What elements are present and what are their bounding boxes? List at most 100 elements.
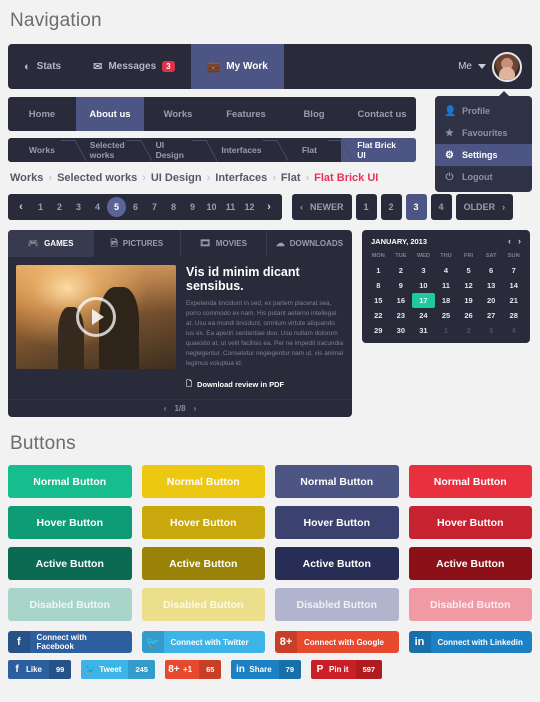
share-button-share[interactable]: in Share 79 bbox=[231, 660, 301, 680]
button-hover-button-1[interactable]: Hover Button bbox=[8, 506, 132, 540]
calendar-day[interactable]: 2 bbox=[457, 323, 480, 338]
button-active-button-3[interactable]: Active Button bbox=[275, 547, 399, 581]
breadcrumb-item[interactable]: Interfaces bbox=[215, 172, 267, 184]
nav-item-home[interactable]: Home bbox=[8, 97, 76, 131]
nav-item-features[interactable]: Features bbox=[212, 97, 280, 131]
share-button-pinit[interactable]: P Pin it 597 bbox=[311, 660, 383, 680]
calendar-day[interactable]: 8 bbox=[367, 278, 390, 293]
calendar-day[interactable]: 10 bbox=[412, 278, 435, 293]
pagination-page-4[interactable]: 4 bbox=[88, 197, 107, 217]
pagination2-page-4[interactable]: 4 bbox=[430, 194, 452, 220]
social-connect-twitter[interactable]: 🐦 Connect with Twitter bbox=[141, 631, 265, 654]
calendar-day[interactable]: 26 bbox=[457, 308, 480, 323]
breadcrumb-item[interactable]: Works bbox=[10, 172, 43, 184]
social-connect-google[interactable]: 8+ Connect with Google bbox=[275, 631, 399, 654]
button-active-button-4[interactable]: Active Button bbox=[408, 547, 532, 581]
topbar-item-stats[interactable]: ◐ Stats bbox=[8, 44, 77, 89]
dropdown-item-logout[interactable]: ⏻ Logout bbox=[435, 166, 532, 188]
media-tab-games[interactable]: 🎮 GAMES bbox=[8, 230, 95, 257]
calendar-prev-icon[interactable]: ‹ bbox=[508, 236, 511, 246]
arrow-crumb-works[interactable]: Works bbox=[8, 138, 74, 162]
slider-prev-icon[interactable]: ‹ bbox=[164, 404, 167, 413]
button-active-button-1[interactable]: Active Button bbox=[8, 547, 132, 581]
calendar-day[interactable]: 27 bbox=[480, 308, 503, 323]
share-button-1[interactable]: 8+ +1 65 bbox=[164, 660, 222, 680]
calendar-day[interactable]: 29 bbox=[367, 323, 390, 338]
pagination-page-1[interactable]: 1 bbox=[31, 197, 50, 217]
calendar-day[interactable]: 19 bbox=[457, 293, 480, 308]
calendar-day[interactable]: 2 bbox=[390, 263, 413, 278]
media-tab-movies[interactable]: 🎞 MOVIES bbox=[181, 230, 267, 257]
topbar-item-my-work[interactable]: 💼 My Work bbox=[190, 44, 284, 89]
calendar-day[interactable]: 13 bbox=[480, 278, 503, 293]
button-normal-button-1[interactable]: Normal Button bbox=[8, 465, 132, 499]
calendar-day[interactable]: 14 bbox=[502, 278, 525, 293]
calendar-day[interactable]: 1 bbox=[367, 263, 390, 278]
pagination2-page-2[interactable]: 2 bbox=[380, 194, 402, 220]
pagination-prev-icon[interactable]: ‹ bbox=[11, 197, 31, 217]
pagination-page-5[interactable]: 5 bbox=[107, 197, 126, 217]
pagination-page-3[interactable]: 3 bbox=[69, 197, 88, 217]
dropdown-item-favourites[interactable]: ★ Favourites bbox=[435, 122, 532, 144]
calendar-day[interactable]: 25 bbox=[435, 308, 458, 323]
button-normal-button-3[interactable]: Normal Button bbox=[275, 465, 399, 499]
play-icon[interactable] bbox=[76, 297, 116, 337]
nav-item-blog[interactable]: Blog bbox=[280, 97, 348, 131]
pagination-page-2[interactable]: 2 bbox=[50, 197, 69, 217]
breadcrumb-item[interactable]: Selected works bbox=[57, 172, 137, 184]
media-tab-downloads[interactable]: ☁ DOWNLOADS bbox=[267, 230, 352, 257]
button-active-button-2[interactable]: Active Button bbox=[141, 547, 265, 581]
video-thumbnail[interactable] bbox=[16, 265, 176, 369]
breadcrumb-item[interactable]: UI Design bbox=[151, 172, 202, 184]
avatar[interactable] bbox=[492, 51, 522, 82]
calendar-day[interactable]: 18 bbox=[435, 293, 458, 308]
calendar-day[interactable]: 9 bbox=[390, 278, 413, 293]
button-hover-button-2[interactable]: Hover Button bbox=[141, 506, 265, 540]
pagination-page-10[interactable]: 10 bbox=[202, 197, 221, 217]
pagination2-older-button[interactable]: OLDER › bbox=[455, 194, 514, 220]
topbar-item-messages[interactable]: ✉ Messages 3 bbox=[77, 44, 190, 89]
share-button-like[interactable]: f Like 99 bbox=[8, 660, 72, 680]
pagination-page-7[interactable]: 7 bbox=[145, 197, 164, 217]
calendar-day[interactable]: 30 bbox=[390, 323, 413, 338]
calendar-day[interactable]: 28 bbox=[502, 308, 525, 323]
calendar-day[interactable]: 16 bbox=[390, 293, 413, 308]
pagination-page-11[interactable]: 11 bbox=[221, 197, 240, 217]
button-hover-button-4[interactable]: Hover Button bbox=[408, 506, 532, 540]
social-connect-linkedin[interactable]: in Connect with Linkedin bbox=[408, 631, 532, 654]
slider-next-icon[interactable]: › bbox=[194, 404, 197, 413]
dropdown-item-profile[interactable]: 👤 Profile bbox=[435, 100, 532, 122]
calendar-day[interactable]: 15 bbox=[367, 293, 390, 308]
pagination-page-8[interactable]: 8 bbox=[164, 197, 183, 217]
calendar-next-icon[interactable]: › bbox=[518, 236, 521, 246]
pagination-page-9[interactable]: 9 bbox=[183, 197, 202, 217]
download-pdf-link[interactable]: 🗋 Download review in PDF bbox=[186, 378, 344, 391]
calendar-day[interactable]: 4 bbox=[502, 323, 525, 338]
share-button-tweet[interactable]: 🐦 Tweet 245 bbox=[81, 660, 155, 680]
nav-item-works[interactable]: Works bbox=[144, 97, 212, 131]
calendar-day[interactable]: 17 bbox=[412, 293, 435, 308]
pagination2-page-1[interactable]: 1 bbox=[355, 194, 377, 220]
nav-item-contact-us[interactable]: Contact us bbox=[348, 97, 416, 131]
pagination-page-12[interactable]: 12 bbox=[240, 197, 259, 217]
calendar-day[interactable]: 7 bbox=[502, 263, 525, 278]
button-normal-button-2[interactable]: Normal Button bbox=[141, 465, 265, 499]
calendar-day[interactable]: 6 bbox=[480, 263, 503, 278]
calendar-day[interactable]: 3 bbox=[480, 323, 503, 338]
calendar-day[interactable]: 24 bbox=[412, 308, 435, 323]
media-tab-pictures[interactable]: 🖻 PICTURES bbox=[94, 230, 181, 257]
calendar-day[interactable]: 5 bbox=[457, 263, 480, 278]
user-menu-trigger[interactable]: Me bbox=[458, 44, 532, 89]
calendar-day[interactable]: 3 bbox=[412, 263, 435, 278]
pagination2-page-3[interactable]: 3 bbox=[405, 194, 427, 220]
social-connect-facebook[interactable]: f Connect with Facebook bbox=[8, 631, 132, 654]
calendar-day[interactable]: 31 bbox=[412, 323, 435, 338]
calendar-day[interactable]: 1 bbox=[435, 323, 458, 338]
pagination-page-6[interactable]: 6 bbox=[126, 197, 145, 217]
calendar-day[interactable]: 22 bbox=[367, 308, 390, 323]
calendar-day[interactable]: 21 bbox=[502, 293, 525, 308]
button-hover-button-3[interactable]: Hover Button bbox=[275, 506, 399, 540]
calendar-day[interactable]: 4 bbox=[435, 263, 458, 278]
button-normal-button-4[interactable]: Normal Button bbox=[408, 465, 532, 499]
calendar-day[interactable]: 20 bbox=[480, 293, 503, 308]
